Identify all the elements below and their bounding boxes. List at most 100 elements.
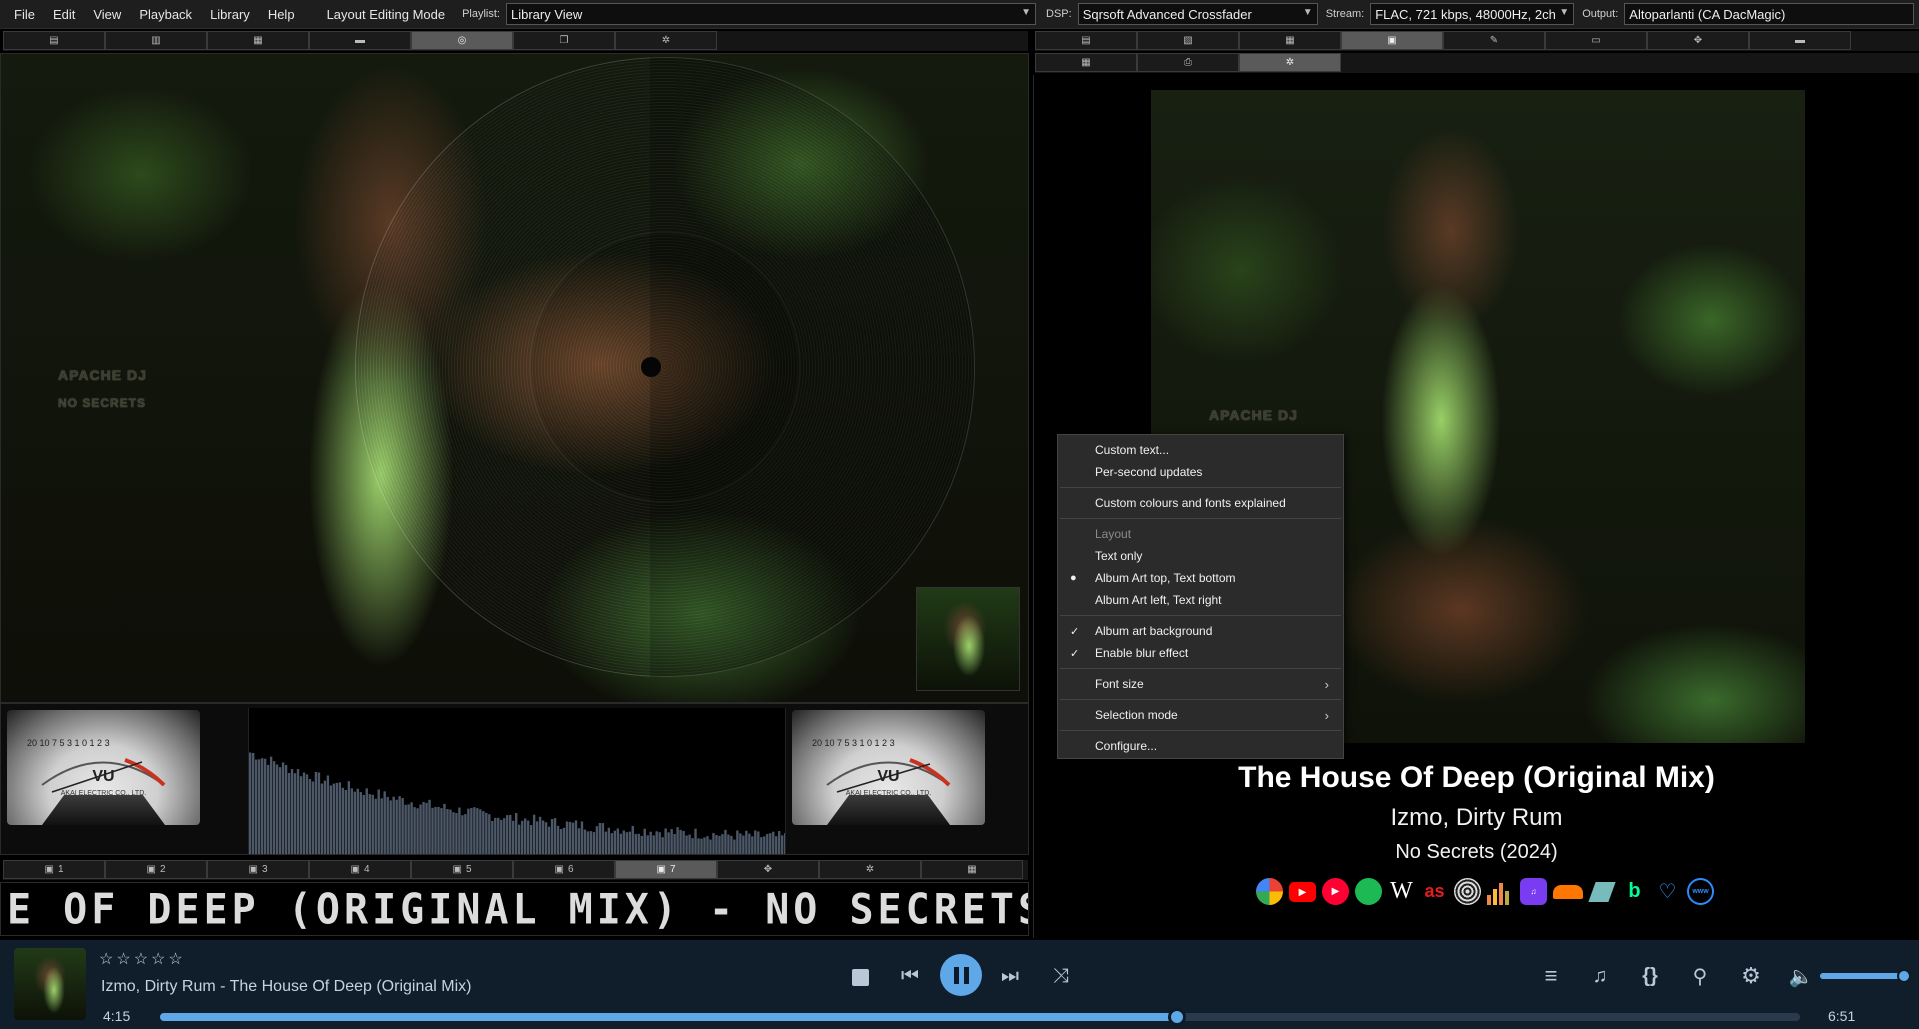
tab-art[interactable]: ▦ (207, 31, 309, 50)
tab-meter-1[interactable]: ▣ 1 (3, 860, 105, 879)
tab-settings[interactable]: ✲ (1239, 53, 1341, 72)
tab-playlist[interactable]: ▤ (3, 31, 105, 50)
next-button[interactable]: ⏭ (998, 964, 1022, 988)
menu-item-colours-explained[interactable]: Custom colours and fonts explained (1058, 492, 1343, 514)
rating-stars[interactable]: ☆☆☆☆☆ (99, 949, 186, 969)
stop-icon (851, 968, 869, 986)
menu-item-font-size[interactable]: Font size › (1058, 673, 1343, 695)
wikipedia-icon[interactable]: W (1388, 878, 1415, 905)
spectrum-bar (721, 834, 724, 854)
tab-meter-5[interactable]: ▣ 5 (411, 860, 513, 879)
volume-knob[interactable] (1897, 969, 1911, 983)
tab-settings[interactable]: ✲ (615, 31, 717, 50)
tab-settings[interactable]: ✲ (819, 860, 921, 879)
tab-folder[interactable]: ▬ (1749, 31, 1851, 50)
apple-music-icon[interactable]: ♫ (1520, 878, 1547, 905)
tab-tools[interactable]: ✥ (1647, 31, 1749, 50)
menu-help[interactable]: Help (259, 7, 304, 22)
album-art-text: APACHE DJ (1209, 407, 1298, 423)
tab-copy[interactable]: ❐ (513, 31, 615, 50)
settings-button[interactable]: ⚙ (1737, 962, 1765, 990)
menu-library[interactable]: Library (201, 7, 259, 22)
spectrum-bar (661, 837, 664, 854)
search-button[interactable]: ⚲ (1686, 962, 1714, 990)
google-icon[interactable] (1256, 878, 1283, 905)
tab-edit[interactable]: ✎ (1443, 31, 1545, 50)
tab-vinyl[interactable]: ◎ (411, 31, 513, 50)
lastfm-icon[interactable]: as (1421, 878, 1448, 905)
menu-layout-editing[interactable]: Layout Editing Mode (318, 7, 455, 22)
tab-meter-6[interactable]: ▣ 6 (513, 860, 615, 879)
tab-media[interactable]: ▭ (1545, 31, 1647, 50)
tab-panel[interactable]: ▣ (1341, 31, 1443, 50)
tab-meter-label: 3 (261, 864, 268, 875)
deezer-icon[interactable]: ♡ (1654, 878, 1681, 905)
musicbrainz-icon[interactable] (1487, 878, 1514, 905)
youtube-icon[interactable]: ▶ (1289, 882, 1316, 902)
spectrum-bars (249, 752, 785, 854)
spectrum-bar (266, 764, 270, 854)
player-cover-thumbnail[interactable] (14, 948, 86, 1020)
soundcloud-icon[interactable] (1553, 885, 1583, 899)
tab-calendar[interactable]: ▦ (921, 860, 1023, 879)
tab-library[interactable]: ▥ (105, 31, 207, 50)
stop-button[interactable] (849, 966, 871, 988)
seek-knob[interactable] (1167, 1008, 1186, 1026)
tidal-icon[interactable] (1588, 882, 1616, 902)
queue-add-button[interactable]: ≡ (1537, 962, 1565, 990)
tab-meter-7[interactable]: ▣ 7 (615, 860, 717, 879)
panel-icon: ▣ (656, 864, 666, 875)
dsp-label: DSP: (1046, 8, 1072, 20)
stream-select[interactable]: FLAC, 721 kbps, 48000Hz, 2ch ▼ (1370, 3, 1575, 25)
shuffle-button[interactable]: ⤨ (1049, 964, 1073, 988)
tab-meter-3[interactable]: ▣ 3 (207, 860, 309, 879)
spectrum-bar (739, 833, 742, 854)
tab-printer[interactable]: ⎙ (1137, 53, 1239, 72)
tab-art[interactable]: ▦ (1239, 31, 1341, 50)
spectrum-bar (607, 827, 611, 854)
dsp-select[interactable]: Sqrsoft Advanced Crossfader ▼ (1077, 3, 1318, 25)
spectrum-bar (631, 825, 634, 854)
seek-bar[interactable] (160, 1008, 1800, 1026)
web-icon[interactable]: www (1687, 878, 1714, 905)
tab-art2[interactable]: ▦ (1035, 53, 1137, 72)
previous-button[interactable]: ⏮ (898, 964, 922, 988)
tab-doc[interactable]: ▤ (1035, 31, 1137, 50)
tools-icon: ✥ (763, 864, 773, 875)
menu-playback[interactable]: Playback (130, 7, 201, 22)
tab-image[interactable]: ▧ (1137, 31, 1239, 50)
beatport-icon[interactable]: b (1621, 878, 1648, 905)
tab-folder[interactable]: ▬ (309, 31, 411, 50)
volume-slider[interactable] (1820, 969, 1911, 983)
pause-button[interactable] (940, 954, 982, 996)
output-select[interactable]: Altoparlanti (CA DacMagic) (1624, 3, 1915, 25)
tab-tools[interactable]: ✥ (717, 860, 819, 879)
tab-meter-2[interactable]: ▣ 2 (105, 860, 207, 879)
menu-item-art-top[interactable]: ● Album Art top, Text bottom (1058, 567, 1343, 589)
playlist-music-button[interactable]: ♫ (1586, 962, 1614, 990)
menu-file[interactable]: File (0, 7, 44, 22)
playlist-icon: ▤ (49, 35, 59, 46)
spectrum-bar (488, 814, 491, 854)
menu-item-configure[interactable]: Configure... (1058, 735, 1343, 757)
menu-item-per-second[interactable]: Per-second updates (1058, 461, 1343, 483)
volume-button[interactable]: 🔈 (1787, 962, 1815, 990)
spectrum-bar (341, 787, 345, 854)
youtube-music-icon[interactable]: ▶ (1322, 878, 1349, 905)
menu-view[interactable]: View (84, 7, 130, 22)
tab-meter-label: 6 (567, 864, 574, 875)
menu-item-art-left[interactable]: Album Art left, Text right (1058, 589, 1343, 611)
spectrum-bar (392, 796, 395, 854)
menu-item-text-only[interactable]: Text only (1058, 545, 1343, 567)
braces-button[interactable]: {} (1636, 962, 1664, 990)
tab-meter-4[interactable]: ▣ 4 (309, 860, 411, 879)
menu-item-blur[interactable]: ✓ Enable blur effect (1058, 642, 1343, 664)
menu-item-selection-mode[interactable]: Selection mode › (1058, 704, 1343, 726)
spotify-icon[interactable] (1355, 878, 1382, 905)
playlist-select[interactable]: Library View ▼ (506, 3, 1036, 25)
menu-item-art-background[interactable]: ✓ Album art background (1058, 620, 1343, 642)
menu-edit[interactable]: Edit (44, 7, 84, 22)
menu-item-custom-text[interactable]: Custom text... (1058, 439, 1343, 461)
spectrum-bar (547, 826, 551, 854)
discogs-icon[interactable] (1454, 878, 1481, 905)
